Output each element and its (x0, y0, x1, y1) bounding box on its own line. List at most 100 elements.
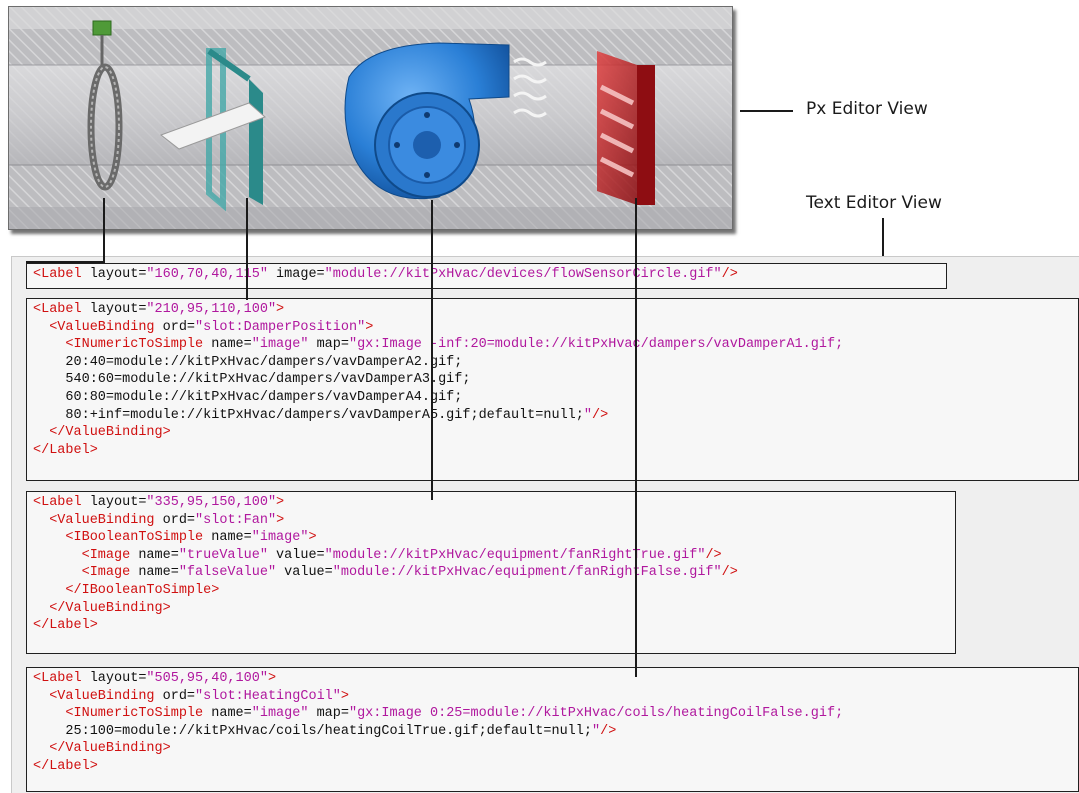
code-line: <Image name="trueValue" value="module://… (33, 547, 949, 565)
xml-text-token (33, 689, 49, 704)
xml-text-token (33, 706, 65, 721)
xml-tag-token: /> (721, 267, 738, 282)
xml-string-token: " (583, 407, 592, 423)
xml-text-token: name= (130, 565, 179, 581)
xml-text-token: map= (308, 337, 349, 353)
code-line: 60:80=module://kitPxHvac/dampers/vavDamp… (33, 389, 1072, 407)
xml-tag-token: <ValueBinding (49, 688, 155, 704)
code-line: <Image name="falseValue" value="module:/… (33, 564, 949, 582)
xml-text-token (33, 320, 49, 335)
xml-string-token: "image" (251, 337, 309, 353)
xml-text-token: name= (130, 547, 179, 563)
code-line: <INumericToSimple name="image" map="gx:I… (33, 705, 1072, 723)
code-line: </Label> (33, 442, 1072, 460)
xml-tag-token: /> (600, 723, 617, 739)
code-line: <Label layout="335,95,150,100"> (33, 494, 949, 512)
code-line: 540:60=module://kitPxHvac/dampers/vavDam… (33, 371, 1072, 389)
code-line: <ValueBinding ord="slot:Fan"> (33, 512, 949, 530)
xml-text-token: name= (203, 337, 252, 353)
px-editor-view-panel (8, 6, 733, 230)
code-line: <INumericToSimple name="image" map="gx:I… (33, 336, 1072, 354)
xml-tag-token: <Image (81, 565, 131, 581)
xml-text-token: ord= (154, 319, 196, 335)
code-line: </ValueBinding> (33, 600, 949, 618)
xml-tag-token: <INumericToSimple (65, 337, 204, 353)
xml-tag-token: <Label (33, 267, 82, 282)
xml-text-token (33, 583, 65, 598)
xml-text-token: 25:100=module://kitPxHvac/coils/heatingC… (33, 723, 592, 739)
code-line: </ValueBinding> (33, 740, 1072, 758)
xml-string-token: "slot:HeatingCoil" (195, 688, 341, 704)
xml-string-token: "trueValue" (178, 547, 268, 563)
xml-text-token: value= (267, 547, 325, 563)
xml-tag-token: > (276, 512, 285, 528)
px-editor-view-label: Px Editor View (806, 99, 928, 119)
xml-text-token: map= (308, 706, 349, 722)
xml-text-token (33, 548, 82, 563)
xml-string-token: "210,95,110,100" (146, 302, 277, 317)
code-line: </Label> (33, 617, 949, 635)
xml-tag-token: <IBooleanToSimple (65, 530, 204, 546)
xml-text-token (33, 741, 49, 756)
diagram: Px Editor View Text Editor View <Label l… (0, 0, 1079, 793)
xml-string-token: "slot:Fan" (195, 512, 277, 528)
xml-string-token: "505,95,40,100" (146, 671, 268, 686)
xml-tag-token: <ValueBinding (49, 319, 155, 335)
code-block-fan[interactable]: <Label layout="335,95,150,100"> <ValueBi… (26, 491, 956, 654)
xml-tag-token: </IBooleanToSimple> (65, 582, 220, 598)
xml-tag-token: /> (721, 565, 738, 581)
xml-tag-token: > (340, 688, 349, 704)
xml-tag-token: /> (592, 407, 609, 423)
xml-text-token: layout= (81, 302, 147, 317)
xml-text-token: layout= (81, 267, 147, 282)
xml-text-token (33, 565, 82, 580)
xml-text-token: layout= (81, 495, 147, 510)
xml-string-token: "gx:Image -inf:20=module://kitPxHvac/dam… (348, 337, 844, 353)
xml-tag-token: > (276, 302, 285, 317)
xml-tag-token: > (267, 671, 277, 686)
code-line: <Label layout="210,95,110,100"> (33, 301, 1072, 319)
xml-tag-token: /> (705, 547, 722, 563)
px-editor-graphic (9, 7, 732, 229)
xml-string-token: "falseValue" (178, 565, 277, 581)
xml-tag-token: </ValueBinding> (49, 600, 171, 616)
xml-tag-token: </Label> (33, 758, 98, 774)
xml-tag-token: <Image (81, 547, 131, 563)
text-editor-view-label: Text Editor View (806, 193, 942, 213)
xml-tag-token: <Label (33, 495, 82, 510)
xml-text-token (33, 513, 49, 528)
code-line: <Label layout="160,70,40,115" image="mod… (33, 266, 940, 284)
xml-string-token: " (592, 723, 601, 739)
xml-string-token: "160,70,40,115" (146, 267, 268, 282)
code-block-flow-sensor[interactable]: <Label layout="160,70,40,115" image="mod… (26, 263, 947, 289)
code-line: 25:100=module://kitPxHvac/coils/heatingC… (33, 723, 1072, 741)
xml-text-token: name= (203, 706, 252, 722)
code-line: 20:40=module://kitPxHvac/dampers/vavDamp… (33, 354, 1072, 372)
xml-tag-token: > (365, 319, 374, 335)
xml-text-token: value= (276, 565, 333, 581)
xml-text-token: 60:80=module://kitPxHvac/dampers/vavDamp… (33, 389, 463, 405)
code-block-heating-coil[interactable]: <Label layout="505,95,40,100"> <ValueBin… (26, 667, 1079, 792)
xml-text-token (33, 425, 49, 440)
xml-text-token: 80:+inf=module://kitPxHvac/dampers/vavDa… (33, 407, 584, 423)
xml-tag-token: <ValueBinding (49, 512, 155, 528)
code-line: </IBooleanToSimple> (33, 582, 949, 600)
xml-tag-token: <INumericToSimple (65, 706, 204, 722)
heating-coil-icon (597, 51, 655, 205)
xml-string-token: "335,95,150,100" (146, 495, 277, 510)
code-block-damper[interactable]: <Label layout="210,95,110,100"> <ValueBi… (26, 298, 1079, 481)
xml-tag-token: > (308, 530, 317, 546)
xml-tag-token: </Label> (33, 618, 98, 634)
xml-text-token (33, 530, 65, 545)
xml-tag-token: <Label (33, 671, 82, 686)
code-line: </Label> (33, 758, 1072, 776)
xml-text-token: image= (267, 267, 325, 282)
xml-tag-token: </ValueBinding> (49, 425, 171, 441)
code-line: <ValueBinding ord="slot:HeatingCoil"> (33, 688, 1072, 706)
xml-tag-token: </Label> (33, 442, 98, 458)
xml-string-token: "module://kitPxHvac/equipment/fanRightFa… (332, 565, 722, 581)
xml-string-token: "module://kitPxHvac/devices/flowSensorCi… (324, 267, 722, 282)
xml-text-token: 540:60=module://kitPxHvac/dampers/vavDam… (33, 372, 471, 388)
xml-text-token: name= (203, 530, 252, 546)
xml-tag-token: <Label (33, 302, 82, 317)
